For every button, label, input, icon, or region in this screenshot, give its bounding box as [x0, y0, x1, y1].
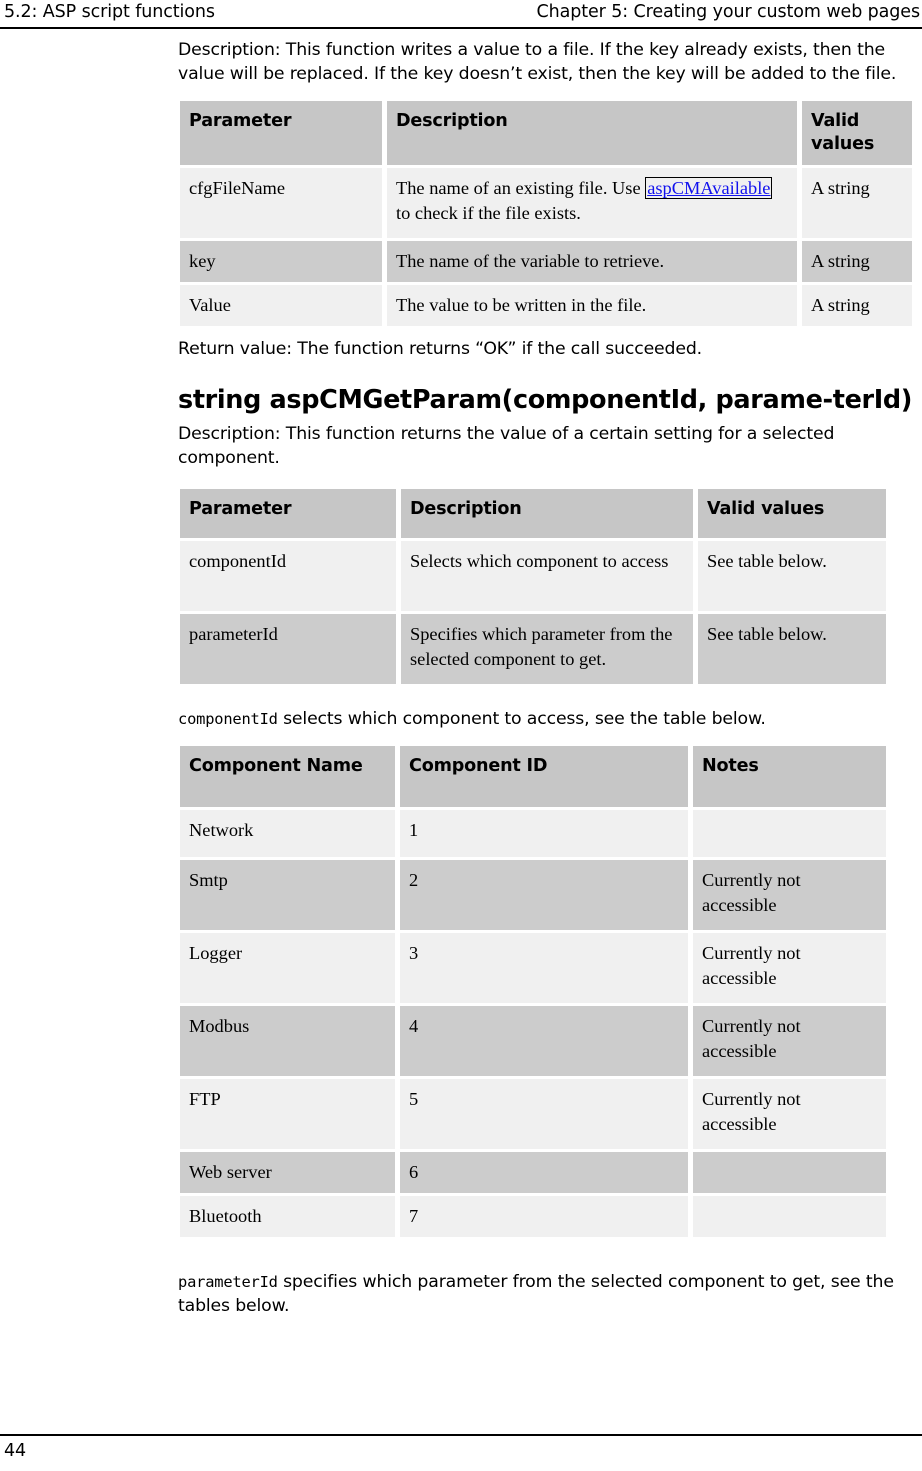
description-text-after: to check if the file exists. [396, 203, 581, 224]
cell-parameter: key [178, 241, 382, 283]
table-row: parameterId Specifies which parameter fr… [178, 614, 886, 685]
page-content: Description: This function writes a valu… [178, 38, 922, 1319]
cell-notes: Currently not accessible [691, 933, 886, 1004]
cell-notes: Currently not accessible [691, 860, 886, 931]
table-row: Logger 3 Currently not accessible [178, 933, 886, 1004]
write-description-paragraph: Description: This function writes a valu… [178, 40, 897, 85]
write-return-value-paragraph: Return value: The function returns “OK” … [178, 339, 703, 360]
cell-parameter: parameterId [178, 614, 396, 685]
cell-component-id: 5 [398, 1079, 688, 1150]
cell-notes: Currently not accessible [691, 1006, 886, 1077]
components-table: Component Name Component ID Notes Networ… [175, 743, 889, 1240]
table-header-row: Parameter Description Valid values [178, 101, 912, 166]
cell-component-name: Bluetooth [178, 1196, 395, 1238]
getparam-description-paragraph: Description: This function returns the v… [178, 423, 835, 468]
cell-description: The name of an existing file. Use aspCMA… [385, 168, 797, 239]
aspcmavailable-link[interactable]: aspCMAvailable [645, 177, 773, 200]
table-row: Network 1 [178, 810, 886, 858]
cell-parameter: cfgFileName [178, 168, 382, 239]
column-header-parameter: Parameter [178, 489, 396, 539]
cell-component-id: 3 [398, 933, 688, 1004]
cell-parameter: Value [178, 285, 382, 327]
cell-component-name: Modbus [178, 1006, 395, 1077]
cell-description: Selects which component to access [399, 541, 693, 612]
table-header-row: Parameter Description Valid values [178, 489, 886, 539]
table-row: Modbus 4 Currently not accessible [178, 1006, 886, 1077]
description-text-before: The name of an existing file. Use [396, 178, 646, 199]
table-row: cfgFileName The name of an existing file… [178, 168, 912, 239]
column-header-parameter: Parameter [178, 101, 382, 166]
cell-description: The value to be written in the file. [385, 285, 797, 327]
cell-valid-values: A string [800, 285, 912, 327]
footer-divider [0, 1434, 922, 1436]
cell-description: Specifies which parameter from the selec… [399, 614, 693, 685]
cell-component-id: 6 [398, 1152, 688, 1194]
component-intro-paragraph: componentId selects which component to a… [178, 707, 922, 731]
cell-valid-values: A string [800, 168, 912, 239]
table-row: FTP 5 Currently not accessible [178, 1079, 886, 1150]
parameter-intro-paragraph: parameterId specifies which parameter fr… [178, 1270, 922, 1318]
header-chapter-title: Chapter 5: Creating your custom web page… [536, 2, 920, 22]
cell-component-name: Web server [178, 1152, 395, 1194]
component-intro-text: selects which component to access, see t… [277, 709, 766, 730]
table-row: key The name of the variable to retrieve… [178, 241, 912, 283]
cell-notes [691, 1152, 886, 1194]
cell-component-name: Network [178, 810, 395, 858]
cell-component-name: Smtp [178, 860, 395, 931]
cell-component-name: Logger [178, 933, 395, 1004]
cell-parameter: componentId [178, 541, 396, 612]
cell-component-id: 2 [398, 860, 688, 931]
page-number: 44 [4, 1441, 27, 1461]
header-section-title: 5.2: ASP script functions [4, 2, 215, 22]
write-params-table: Parameter Description Valid values cfgFi… [175, 98, 915, 329]
cell-valid-values: A string [800, 241, 912, 283]
cell-valid-values: See table below. [696, 614, 886, 685]
column-header-notes: Notes [691, 746, 886, 808]
getparam-params-table: Parameter Description Valid values compo… [175, 486, 889, 687]
table-row: componentId Selects which component to a… [178, 541, 886, 612]
cell-notes: Currently not accessible [691, 1079, 886, 1150]
column-header-component-name: Component Name [178, 746, 395, 808]
cell-component-id: 1 [398, 810, 688, 858]
cell-component-id: 7 [398, 1196, 688, 1238]
parameter-intro-text: specifies which parameter from the selec… [178, 1272, 894, 1317]
column-header-description: Description [399, 489, 693, 539]
page-title: string aspCMGetParam(componentId, parame… [178, 384, 913, 415]
column-header-component-id: Component ID [398, 746, 688, 808]
cell-notes [691, 810, 886, 858]
column-header-valid-values: Valid values [800, 101, 912, 166]
page-header: 5.2: ASP script functions Chapter 5: Cre… [0, 0, 922, 29]
table-row: Value The value to be written in the fil… [178, 285, 912, 327]
table-header-row: Component Name Component ID Notes [178, 746, 886, 808]
column-header-description: Description [385, 101, 797, 166]
column-header-valid-values: Valid values [696, 489, 886, 539]
cell-component-id: 4 [398, 1006, 688, 1077]
cell-component-name: FTP [178, 1079, 395, 1150]
header-divider [0, 27, 922, 29]
parameterid-code: parameterId [178, 1273, 278, 1292]
componentid-code: componentId [178, 710, 278, 729]
table-row: Bluetooth 7 [178, 1196, 886, 1238]
table-row: Web server 6 [178, 1152, 886, 1194]
cell-valid-values: See table below. [696, 541, 886, 612]
table-row: Smtp 2 Currently not accessible [178, 860, 886, 931]
cell-notes [691, 1196, 886, 1238]
cell-description: The name of the variable to retrieve. [385, 241, 797, 283]
